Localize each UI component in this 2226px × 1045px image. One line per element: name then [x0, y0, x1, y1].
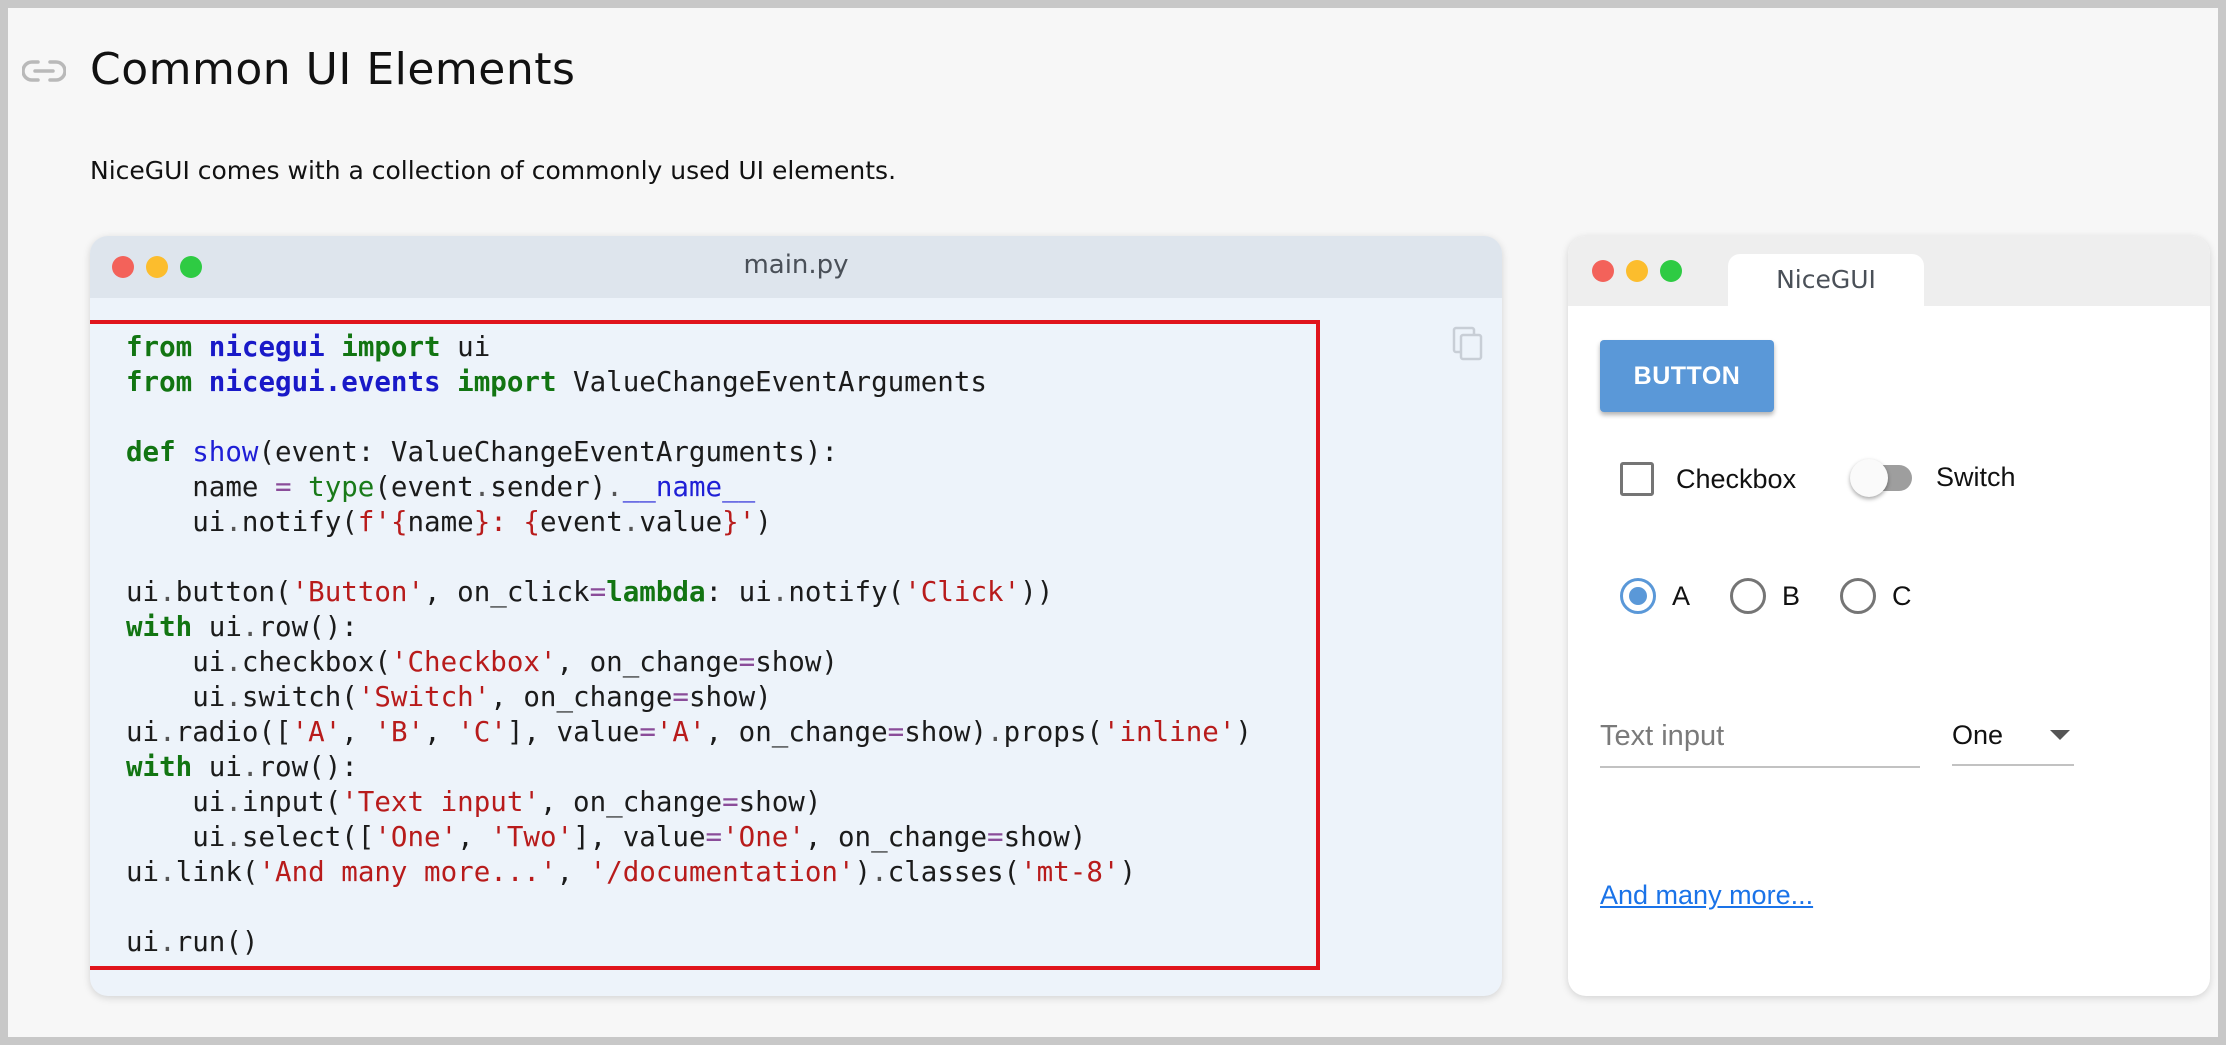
switch-track[interactable] — [1850, 458, 1912, 497]
select-dropdown[interactable]: One — [1952, 706, 2074, 766]
radio-label: C — [1892, 580, 1912, 611]
code-line: from nicegui.events import ValueChangeEv… — [126, 366, 987, 398]
section-intro: NiceGUI comes with a collection of commo… — [90, 156, 897, 185]
code-line: ui.link('And many more...', '/documentat… — [126, 856, 1137, 888]
preview-window: NiceGUI BUTTON Checkbox Switch A B C One… — [1568, 236, 2210, 996]
checkbox-box[interactable] — [1620, 462, 1654, 496]
preview-titlebar: NiceGUI — [1568, 236, 2210, 306]
copy-icon[interactable] — [1452, 326, 1484, 362]
radio-button[interactable] — [1730, 578, 1767, 614]
section-title: Common UI Elements — [90, 44, 576, 95]
link-icon[interactable] — [22, 56, 66, 86]
code-line: ui.checkbox('Checkbox', on_change=show) — [126, 646, 838, 678]
code-line: ui.select(['One', 'Two'], value='One', o… — [126, 821, 1087, 853]
maximize-dot-icon — [1660, 260, 1682, 282]
text-input[interactable] — [1600, 706, 1920, 768]
select-value: One — [1952, 719, 2004, 750]
code-filename: main.py — [743, 250, 849, 280]
radio-option-c[interactable]: C — [1840, 578, 1912, 614]
code-titlebar: main.py — [90, 236, 1502, 298]
code-line: ui.run() — [126, 926, 259, 958]
chevron-down-icon — [2050, 730, 2070, 740]
code-line: from nicegui import ui — [126, 331, 491, 363]
code-line: def show(event: ValueChangeEventArgument… — [126, 436, 838, 468]
browser-tab[interactable]: NiceGUI — [1728, 254, 1924, 306]
radio-button-checked[interactable] — [1620, 578, 1656, 614]
radio-label: A — [1672, 580, 1691, 611]
code-line: with ui.row(): — [126, 611, 358, 643]
radio-option-a[interactable]: A — [1620, 578, 1690, 614]
close-dot-icon — [1592, 260, 1614, 282]
demo-button[interactable]: BUTTON — [1600, 340, 1774, 412]
code-line: ui.radio(['A', 'B', 'C'], value='A', on_… — [126, 716, 1252, 748]
code-block[interactable]: from nicegui import ui from nicegui.even… — [126, 330, 1252, 960]
radio-option-b[interactable]: B — [1730, 578, 1800, 614]
switch[interactable]: Switch — [1850, 458, 2016, 497]
switch-thumb[interactable] — [1850, 458, 1888, 497]
radio-button[interactable] — [1840, 578, 1877, 614]
code-line: ui.switch('Switch', on_change=show) — [126, 681, 772, 713]
code-line: ui.button('Button', on_click=lambda: ui.… — [126, 576, 1054, 608]
radio-label: B — [1782, 580, 1801, 611]
more-link[interactable]: And many more... — [1600, 880, 1813, 911]
checkbox-label: Checkbox — [1676, 463, 1797, 494]
switch-label: Switch — [1936, 462, 2016, 492]
code-line: with ui.row(): — [126, 751, 358, 783]
checkbox[interactable]: Checkbox — [1620, 462, 1796, 496]
code-line: ui.notify(f'{name}: {event.value}') — [126, 506, 772, 538]
minimize-dot-icon — [1626, 260, 1648, 282]
code-line: ui.input('Text input', on_change=show) — [126, 786, 822, 818]
code-line: name = type(event.sender).__name__ — [126, 471, 756, 503]
code-window: main.py from nicegui import ui from nice… — [90, 236, 1502, 996]
radio-group: A B C — [1620, 578, 1952, 614]
